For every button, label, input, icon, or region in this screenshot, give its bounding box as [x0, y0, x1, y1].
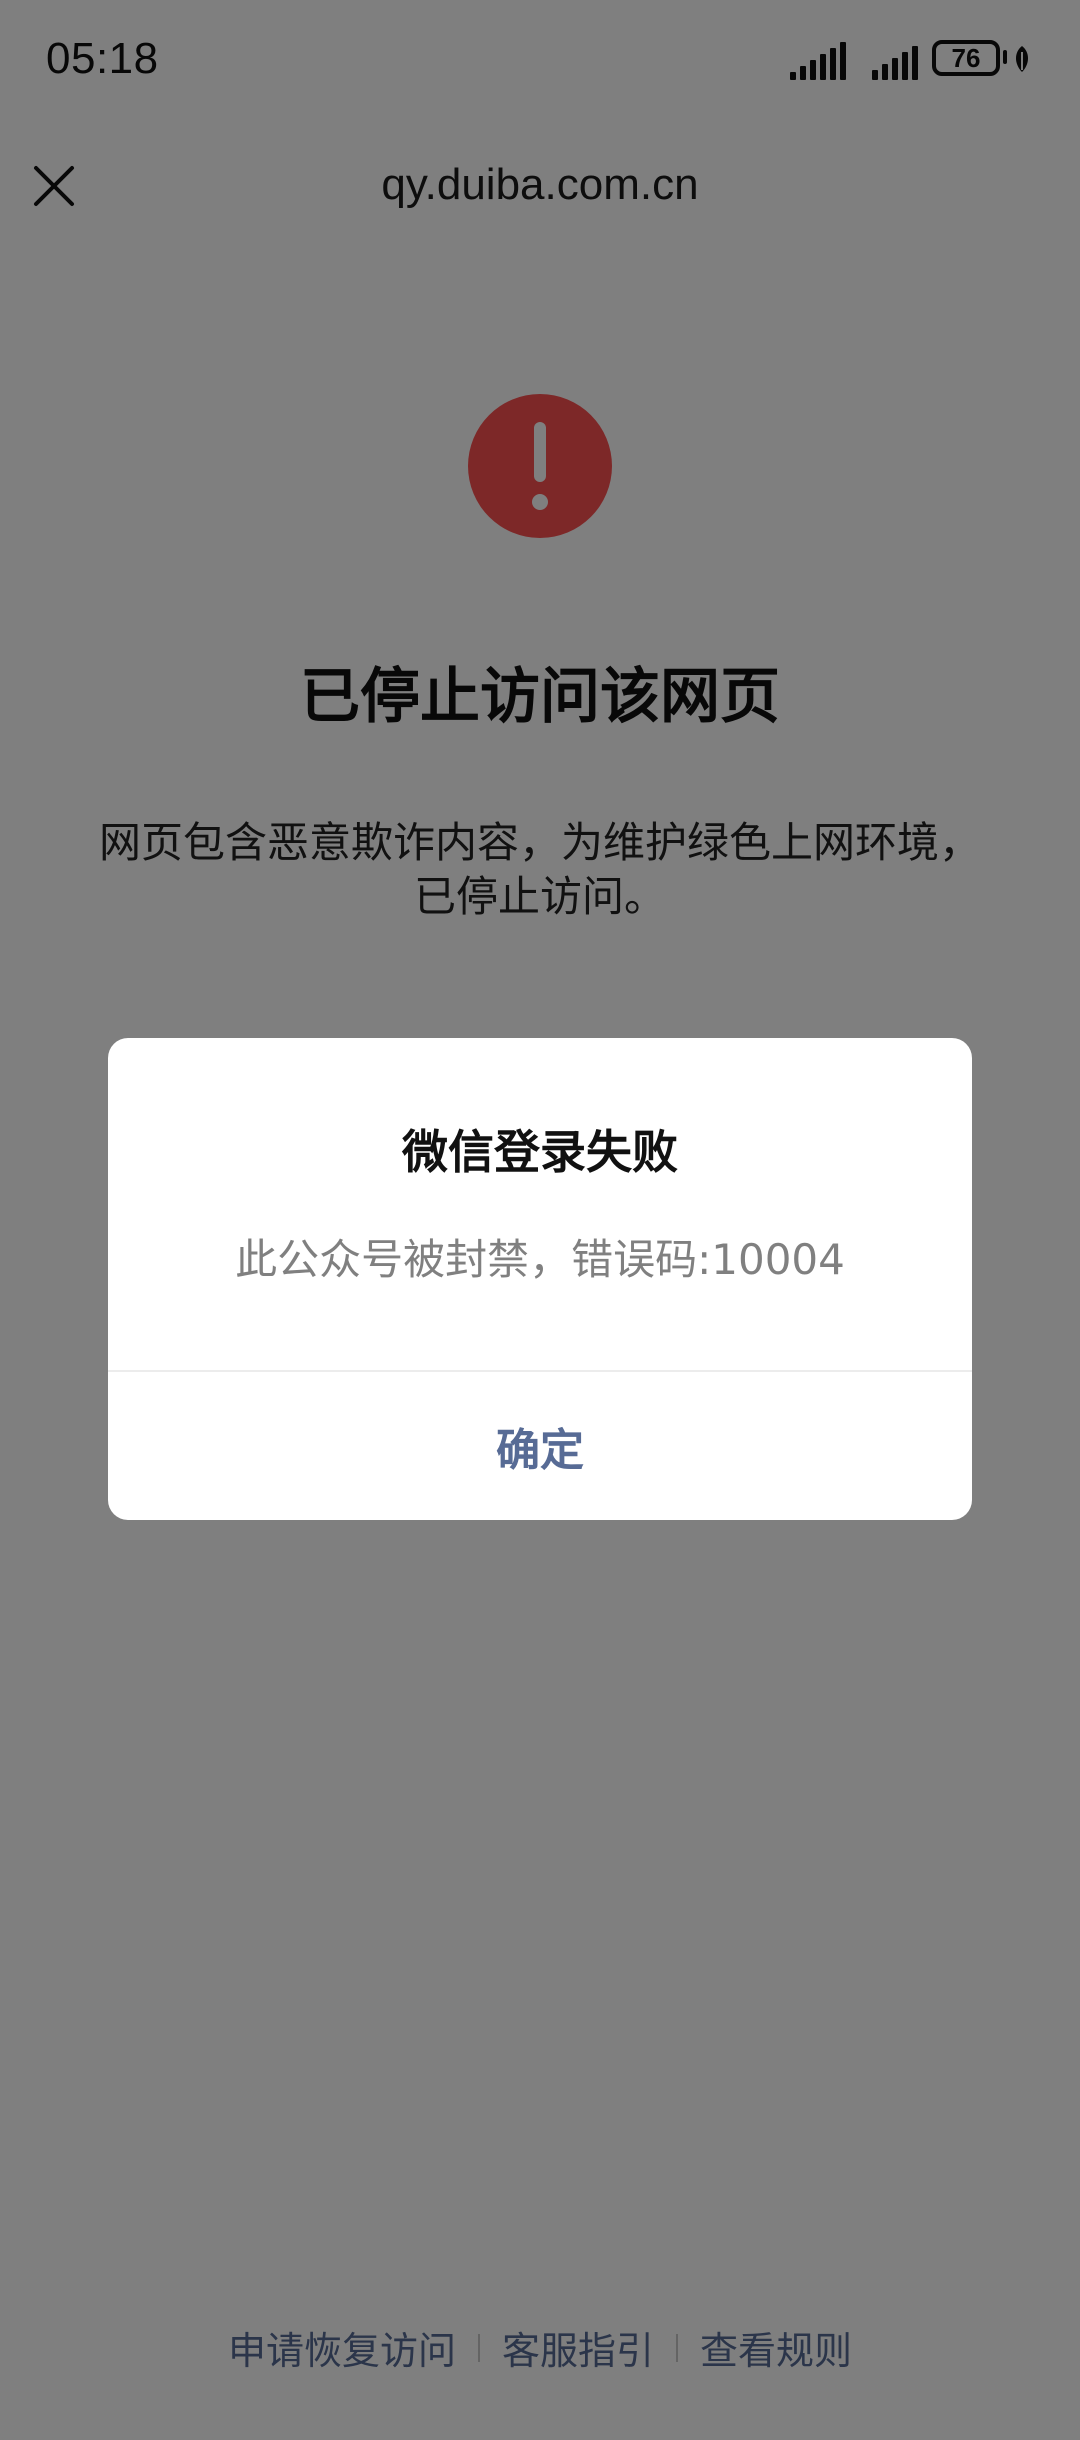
dialog-title: 微信登录失败	[402, 1125, 678, 1179]
login-failed-dialog: 微信登录失败 此公众号被封禁，错误码:10004 确定	[108, 1038, 972, 1520]
dialog-message: 此公众号被封禁，错误码:10004	[235, 1235, 845, 1284]
confirm-button[interactable]: 确定	[108, 1372, 972, 1520]
